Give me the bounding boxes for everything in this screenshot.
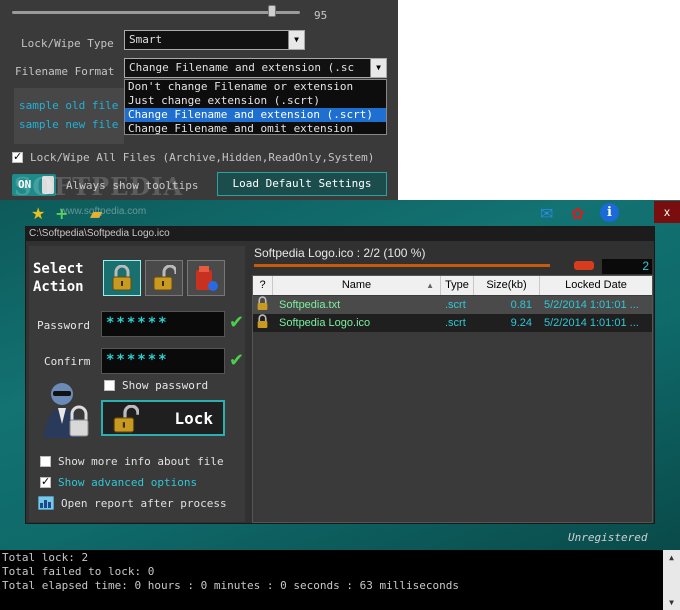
show-password-checkbox[interactable] [104,380,115,391]
lock-action-icon [112,265,132,291]
file-type: .scrt [445,317,466,329]
info-icon[interactable]: i [600,203,619,222]
lock-all-files-label: Lock/Wipe All Files (Archive,Hidden,Read… [30,151,375,164]
dropdown-option[interactable]: Just change extension (.scrt) [125,94,386,108]
show-password-option[interactable]: Show password [104,379,208,392]
open-report-label: Open report after process [61,496,227,510]
filename-format-dropdown: Don't change Filename or extension Just … [124,79,387,135]
dropdown-option[interactable]: Don't change Filename or extension [125,80,386,94]
lock-wipe-type-select[interactable]: Smart ▼ [124,30,305,50]
star-icon[interactable]: ★ [31,204,45,223]
clear-list-icon[interactable] [574,261,594,270]
add-icon[interactable]: + [55,204,68,223]
file-type: .scrt [445,299,466,311]
sensitivity-slider-thumb[interactable] [267,5,276,17]
status-line: Softpedia Logo.ico : 2/2 (100 %) [254,246,426,260]
column-type[interactable]: Type [441,276,474,295]
lock-button-label: Lock [174,409,213,428]
column-size[interactable]: Size(kb) [474,276,540,295]
unlock-action-icon [153,265,176,291]
scroll-down-icon[interactable]: ▼ [663,595,680,610]
watermark-url: www.softpedia.com [60,206,147,217]
lock-all-files-checkbox[interactable] [12,150,23,163]
more-info-option[interactable]: Show more info about file [40,455,224,468]
award-icon[interactable]: ✿ [571,204,584,223]
table-row[interactable]: Softpedia.txt .scrt 0.81 5/2/2014 1:01:0… [253,296,652,314]
console-scrollbar[interactable]: ▲ ▼ [663,550,680,610]
lock-action-button[interactable] [103,260,141,296]
confirm-input[interactable]: ****** [101,348,225,374]
registration-status[interactable]: Unregistered [568,531,647,544]
table-row[interactable]: Softpedia Logo.ico .scrt 9.24 5/2/2014 1… [253,314,652,332]
advanced-options-label: Show advanced options [58,476,198,489]
column-locked-date[interactable]: Locked Date [540,276,652,295]
password-label: Password [37,319,90,332]
sample-new-file: sample new file [19,118,119,131]
column-name[interactable]: Name ▲ [273,276,441,295]
password-valid-icon: ✔ [229,312,245,333]
more-info-checkbox[interactable] [40,456,51,467]
unlock-action-button[interactable] [145,260,183,296]
chevron-down-icon[interactable]: ▼ [288,31,304,49]
report-console: Total lock: 2 Total failed to lock: 0 To… [0,550,680,610]
watermark: SOFTPEDIA [14,172,184,201]
filename-format-select[interactable]: Change Filename and extension (.sc ▼ [124,58,387,78]
file-size: 9.24 [510,317,532,329]
file-count: 2 [602,259,652,274]
wipe-action-button[interactable] [187,260,225,296]
column-name-label: Name [341,279,372,291]
sensitivity-slider-track[interactable] [12,11,300,14]
filename-format-value: Change Filename and extension (.sc [129,61,355,74]
show-password-label: Show password [122,379,209,392]
scroll-up-icon[interactable]: ▲ [663,550,680,565]
more-info-label: Show more info about file [58,455,224,468]
lock-icon [256,296,270,314]
dropdown-option-selected[interactable]: Change Filename and extension (.scrt) [125,108,386,122]
file-name: Softpedia.txt [279,299,341,311]
file-locked-date: 5/2/2014 1:01:01 ... [544,299,639,311]
lock-icon [256,314,270,332]
folder-icon[interactable]: ▰ [90,204,102,223]
lock-button[interactable]: Lock [101,400,225,436]
progress-fill [254,264,550,267]
file-path: C:\Softpedia\Softpedia Logo.ico [26,227,654,241]
sample-old-file: sample old file [19,99,119,112]
filename-format-label: Filename Format [15,65,115,78]
report-icon [38,496,54,510]
console-line: Total elapsed time: 0 hours : 0 minutes … [2,579,459,592]
lock-wipe-type-label: Lock/Wipe Type [21,37,114,50]
load-default-settings-button[interactable]: Load Default Settings [217,172,387,196]
sort-asc-icon: ▲ [426,281,434,290]
chevron-down-icon[interactable]: ▼ [370,59,386,77]
slider-value: 95 [314,9,328,22]
progress-bar [254,264,550,267]
file-name: Softpedia Logo.ico [279,317,371,329]
advanced-options-checkbox[interactable] [40,475,51,488]
close-button[interactable]: x [654,201,680,223]
open-report-option[interactable]: Open report after process [38,496,227,510]
column-status[interactable]: ? [253,276,273,295]
file-locked-date: 5/2/2014 1:01:01 ... [544,317,639,329]
password-input[interactable]: ****** [101,311,225,337]
advanced-options-option[interactable]: Show advanced options [40,475,198,489]
mail-icon[interactable]: ✉ [540,204,553,223]
lock-all-files-option[interactable]: Lock/Wipe All Files (Archive,Hidden,Read… [12,150,375,164]
lock-icon [113,405,139,433]
console-line: Total lock: 2 [2,551,89,564]
table-header: ? Name ▲ Type Size(kb) Locked Date [253,276,652,295]
user-avatar [44,383,89,438]
wipe-action-icon [196,266,218,291]
console-line: Total failed to lock: 0 [2,565,155,578]
dropdown-option[interactable]: Change Filename and omit extension [125,122,386,136]
lock-wipe-type-value: Smart [129,33,163,46]
confirm-valid-icon: ✔ [229,350,245,371]
select-action-label: Select Action [33,261,84,295]
file-size: 0.81 [510,299,532,311]
sample-preview [14,88,124,144]
confirm-label: Confirm [44,355,91,368]
